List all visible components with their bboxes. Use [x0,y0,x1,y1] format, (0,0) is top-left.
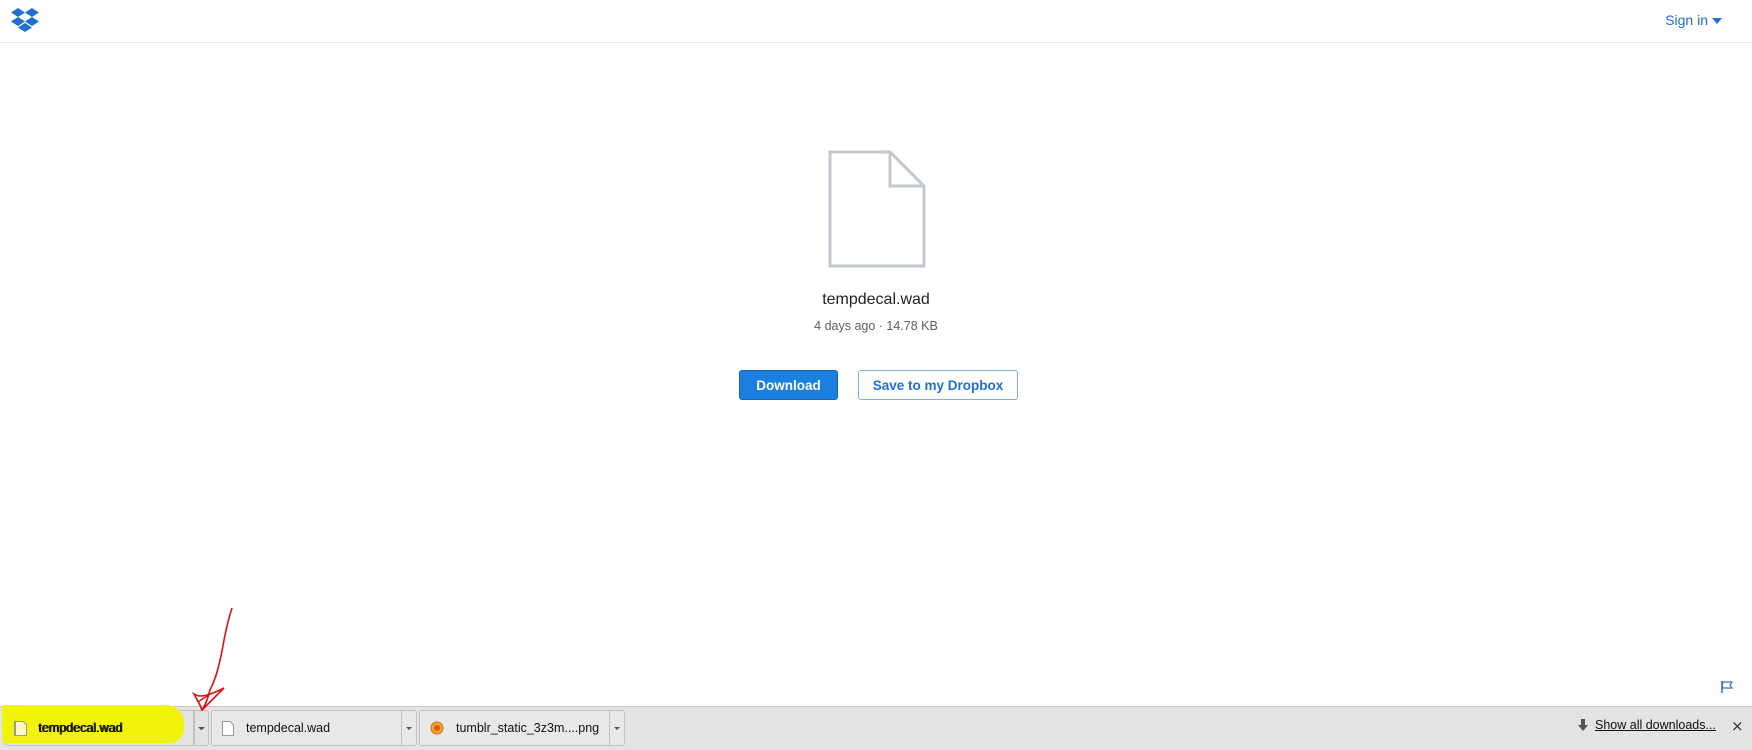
show-all-downloads-link[interactable]: Show all downloads... [1577,718,1716,732]
file-icon [15,720,27,736]
file-meta: 4 days ago · 14.78 KB [814,319,938,333]
download-item-menu-button[interactable] [401,711,416,745]
download-item[interactable]: tempdecal.wad [211,710,417,746]
dropbox-logo-icon[interactable] [10,7,40,33]
show-all-downloads-label: Show all downloads... [1595,718,1716,732]
download-item[interactable]: tumblr_static_3z3m....png [419,710,625,746]
download-arrow-icon [1578,719,1588,731]
download-item-label: tempdecal.wad [39,721,124,735]
flag-icon[interactable] [1720,680,1734,694]
download-item-menu-button[interactable] [609,711,624,745]
red-arrow-annotation [191,607,233,712]
downloads-bar: tempdecal.wad tempdecal.wad tumblr_stati… [0,706,1752,750]
file-icon [828,150,926,268]
download-item-label: tempdecal.wad [246,721,331,735]
sign-in-menu[interactable]: Sign in [1665,12,1722,28]
chevron-down-icon [406,726,412,730]
dropbox-file-preview-page: Sign in tempdecal.wad 4 days ago · 14.78… [0,0,1752,750]
save-to-dropbox-button[interactable]: Save to my Dropbox [858,370,1018,400]
sign-in-label: Sign in [1665,12,1708,28]
close-icon[interactable]: × [1731,717,1744,735]
caret-down-icon [1712,18,1722,24]
file-icon [222,720,234,736]
download-item-label: tumblr_static_3z3m....png [456,721,600,735]
file-name: tempdecal.wad [822,291,930,308]
download-item-main[interactable]: tempdecal.wad [212,711,401,745]
download-item-main[interactable]: tumblr_static_3z3m....png [420,711,609,745]
top-header: Sign in [0,0,1752,43]
download-item-menu-button[interactable] [194,710,209,746]
download-button[interactable]: Download [739,370,838,400]
chevron-down-icon [614,726,620,730]
image-file-icon [430,721,444,735]
chevron-down-icon [199,726,205,730]
